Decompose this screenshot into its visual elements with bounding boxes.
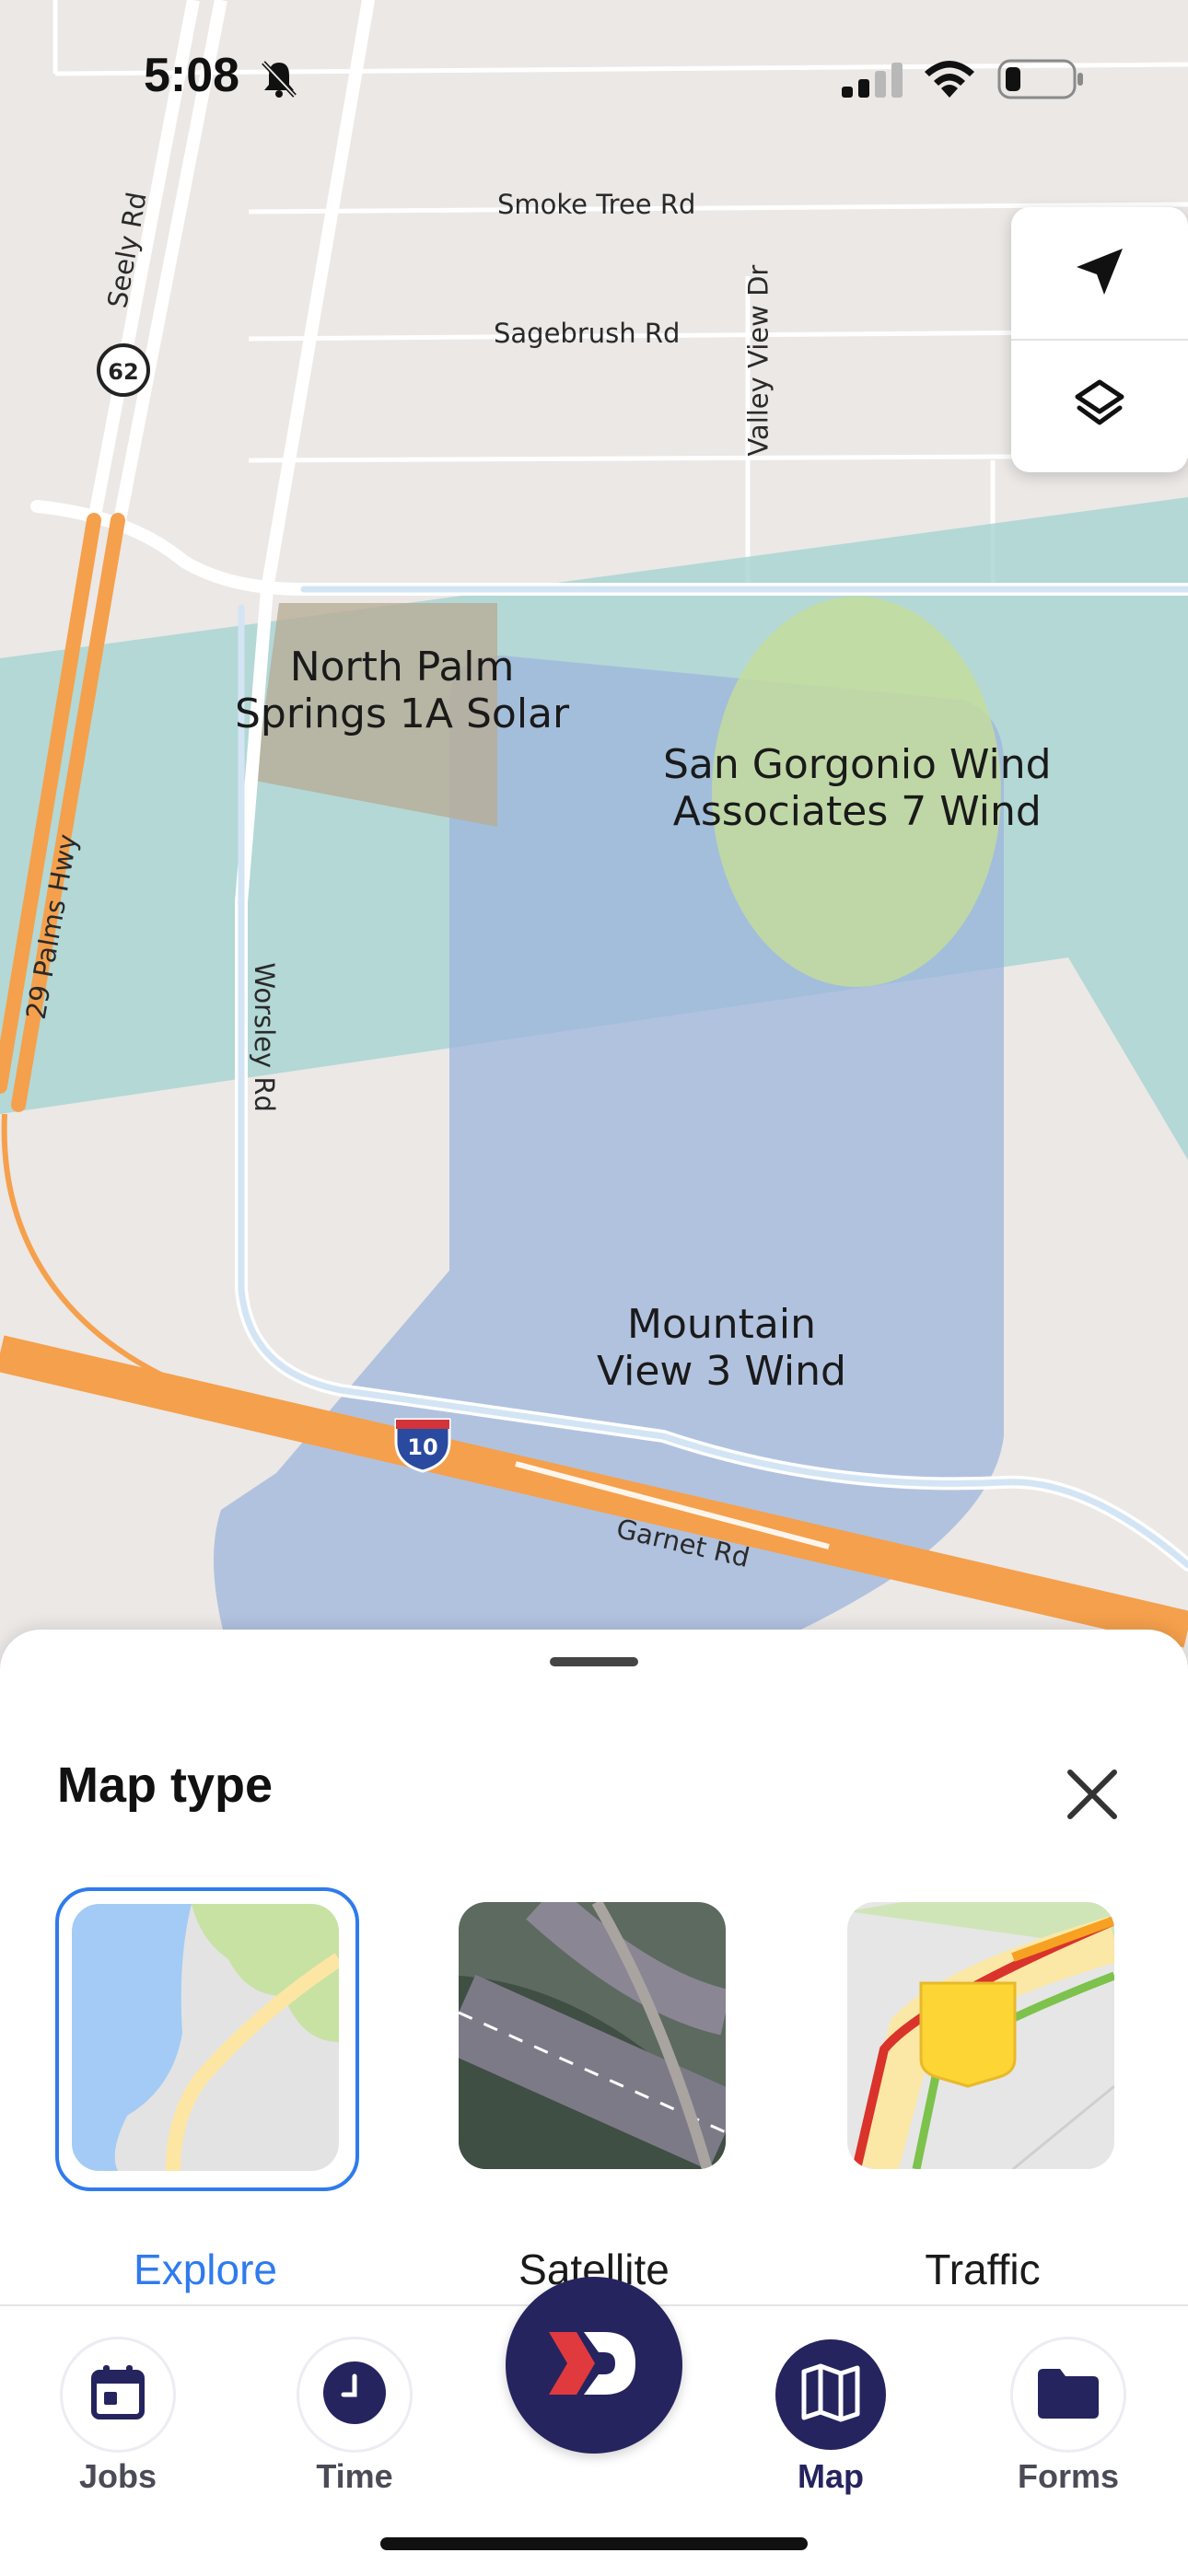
road-label-valley-view: Valley View Dr (742, 264, 775, 457)
forms-icon-circle (1013, 2339, 1124, 2450)
area-label-north-palm: North Palm Springs 1A Solar (235, 644, 570, 737)
calendar-icon (88, 2363, 147, 2427)
explore-label: Explore (134, 2245, 277, 2293)
tab-map[interactable]: Map (739, 2339, 923, 2505)
tab-forms[interactable]: Forms (976, 2339, 1160, 2505)
road-label-smoke-tree: Smoke Tree Rd (497, 189, 696, 220)
sheet-grabber[interactable] (550, 1657, 638, 1666)
status-bar: 5:08 (0, 0, 1188, 147)
svg-text:62: 62 (108, 359, 138, 385)
close-button[interactable] (1059, 1763, 1125, 1829)
map-view[interactable]: 62 10 Smoke Tree Rd Sagebrush Rd Valley … (0, 0, 1188, 1657)
recenter-button[interactable] (1011, 207, 1188, 340)
explore-thumbnail (72, 1904, 339, 2171)
layers-button[interactable] (1011, 340, 1188, 472)
tab-forms-label: Forms (1017, 2457, 1120, 2495)
map-controls (1011, 207, 1188, 472)
tab-time-label: Time (316, 2457, 393, 2495)
sheet-title: Map type (57, 1758, 274, 1813)
layers-icon (1072, 377, 1127, 436)
battery-icon (997, 59, 1086, 104)
area-label-mountain-view: Mountain View 3 Wind (597, 1301, 846, 1395)
tab-map-label: Map (798, 2457, 864, 2495)
home-indicator (380, 2537, 808, 2550)
traffic-thumbnail (847, 1902, 1114, 2169)
home-logo-button[interactable] (506, 2277, 682, 2454)
clock-icon (321, 2360, 388, 2431)
wifi-icon (921, 57, 978, 104)
time-icon-circle (299, 2339, 410, 2450)
brand-logo-icon (543, 2327, 645, 2405)
traffic-label: Traffic (925, 2245, 1041, 2293)
explore-thumbnail-frame (55, 1887, 359, 2191)
tab-jobs-label: Jobs (78, 2457, 157, 2495)
bell-slash-icon (258, 57, 300, 104)
route-62-shield: 62 (97, 343, 150, 397)
tab-time[interactable]: Time (262, 2339, 447, 2505)
area-label-san-gorgonio: San Gorgonio Wind Associates 7 Wind (663, 741, 1052, 835)
traffic-thumbnail-frame (833, 1887, 1129, 2184)
tab-jobs[interactable]: Jobs (26, 2339, 210, 2505)
satellite-thumbnail-frame (444, 1887, 740, 2184)
road-label-sagebrush: Sagebrush Rd (494, 318, 681, 349)
signal-icon (840, 61, 904, 102)
close-icon (1065, 1767, 1120, 1827)
folded-map-icon (798, 2361, 863, 2430)
satellite-thumbnail (459, 1902, 726, 2169)
status-time: 5:08 (144, 49, 240, 102)
road-label-worsley: Worsley Rd (248, 962, 280, 1112)
jobs-icon-circle (63, 2339, 173, 2450)
location-arrow-icon (1073, 245, 1126, 303)
svg-text:10: 10 (407, 1434, 437, 1460)
folder-icon (1036, 2365, 1101, 2425)
map-icon-circle (775, 2339, 886, 2450)
